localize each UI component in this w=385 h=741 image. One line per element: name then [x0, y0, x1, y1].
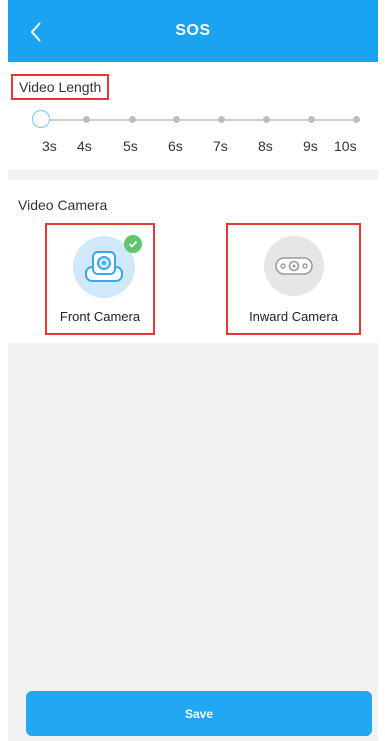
length-option-4s[interactable]: 4s: [77, 138, 92, 154]
video-length-slider[interactable]: [32, 110, 362, 130]
video-camera-label: Video Camera: [18, 197, 108, 213]
app-header: SOS: [8, 0, 378, 62]
video-length-label: Video Length: [11, 74, 110, 100]
front-camera-option[interactable]: Front Camera: [45, 223, 155, 335]
slider-tick: [218, 116, 225, 123]
slider-tick: [353, 116, 360, 123]
inward-camera-circle: [264, 236, 324, 296]
length-option-10s[interactable]: 10s: [334, 138, 357, 154]
inward-camera-option[interactable]: Inward Camera: [226, 223, 361, 335]
length-option-8s[interactable]: 8s: [258, 138, 273, 154]
length-option-5s[interactable]: 5s: [123, 138, 138, 154]
slider-tick: [308, 116, 315, 123]
slider-tick: [173, 116, 180, 123]
slider-tick: [263, 116, 270, 123]
slider-tick: [83, 116, 90, 123]
length-option-9s[interactable]: 9s: [303, 138, 318, 154]
front-camera-label: Front Camera: [59, 309, 141, 324]
length-option-3s[interactable]: 3s: [42, 138, 57, 154]
save-button[interactable]: Save: [26, 691, 372, 736]
page-title: SOS: [175, 22, 211, 39]
inward-camera-icon: [275, 257, 313, 275]
length-option-6s[interactable]: 6s: [168, 138, 183, 154]
video-camera-section: Video Camera Front Camera Inward Camera: [8, 180, 378, 343]
inward-camera-label: Inward Camera: [249, 309, 338, 324]
front-camera-icon: [85, 251, 123, 282]
slider-thumb[interactable]: [32, 110, 50, 128]
video-length-section: Video Length 3s 4s 5s 6s 7s 8s 9s 10s: [8, 62, 378, 170]
sos-screen: SOS Video Length 3s 4s 5s 6s 7s 8s 9s 10…: [8, 0, 378, 741]
check-icon: [124, 235, 142, 253]
slider-tick: [129, 116, 136, 123]
length-option-7s[interactable]: 7s: [213, 138, 228, 154]
